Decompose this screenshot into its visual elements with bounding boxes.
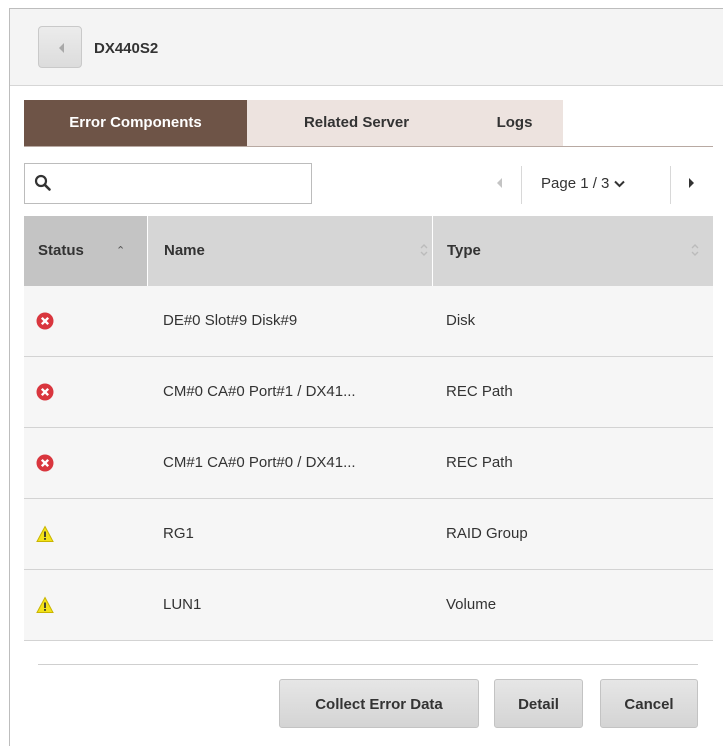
tab-logs[interactable]: Logs — [466, 100, 563, 146]
error-icon — [36, 383, 54, 401]
status-cell — [24, 428, 147, 498]
tab-bar: Error Components Related Server Logs — [24, 100, 713, 146]
page-label: Page 1 / 3 — [541, 175, 610, 192]
type-cell: Disk — [446, 312, 476, 329]
table-row[interactable]: RG1 RAID Group — [24, 499, 713, 570]
type-cell: RAID Group — [446, 525, 528, 542]
status-cell — [24, 570, 147, 640]
status-cell — [24, 357, 147, 427]
sort-icon — [420, 244, 428, 256]
search-icon — [34, 174, 51, 191]
column-header-status[interactable]: Status ⌃ — [24, 216, 147, 286]
type-cell: REC Path — [446, 383, 513, 400]
page-select[interactable]: Page 1 / 3 — [541, 175, 626, 192]
table-row[interactable]: DE#0 Slot#9 Disk#9 Disk — [24, 286, 713, 357]
name-cell: DE#0 Slot#9 Disk#9 — [163, 312, 298, 329]
name-cell: LUN1 — [163, 596, 202, 613]
dialog-header: DX440S2 — [10, 9, 723, 86]
collect-error-data-button[interactable]: Collect Error Data — [279, 679, 479, 728]
warning-icon — [36, 525, 54, 542]
chevron-down-icon — [614, 180, 626, 188]
table-row[interactable]: LUN1 Volume — [24, 570, 713, 641]
status-cell — [24, 499, 147, 569]
tab-related-server[interactable]: Related Server — [247, 100, 466, 146]
back-arrow-icon — [59, 43, 64, 53]
error-components-table: Status ⌃ Name Type DE#0 Slot#9 Disk#9 Di… — [24, 216, 713, 641]
next-page-icon[interactable] — [689, 178, 694, 188]
error-icon — [36, 454, 54, 472]
sort-ascending-icon: ⌃ — [116, 245, 126, 257]
tab-underline — [24, 146, 713, 147]
table-header: Status ⌃ Name Type — [24, 216, 713, 286]
table-row[interactable]: CM#1 CA#0 Port#0 / DX41... REC Path — [24, 428, 713, 499]
column-label-status: Status — [38, 242, 84, 259]
detail-button[interactable]: Detail — [494, 679, 583, 728]
status-cell — [24, 286, 147, 356]
type-cell: Volume — [446, 596, 497, 613]
warning-icon — [36, 596, 54, 613]
cancel-button[interactable]: Cancel — [600, 679, 698, 728]
prev-page-icon[interactable] — [497, 178, 502, 188]
column-label-name: Name — [164, 242, 205, 259]
pagination-divider — [670, 166, 671, 204]
column-header-name[interactable]: Name — [147, 216, 432, 286]
device-title: DX440S2 — [94, 40, 159, 57]
error-icon — [36, 312, 54, 330]
back-button[interactable] — [38, 26, 82, 68]
footer-divider — [38, 664, 698, 665]
column-header-type[interactable]: Type — [432, 216, 713, 286]
name-cell: CM#1 CA#0 Port#0 / DX41... — [163, 454, 356, 471]
sort-icon — [691, 244, 699, 256]
search-box[interactable] — [24, 163, 312, 204]
type-cell: REC Path — [446, 454, 513, 471]
column-label-type: Type — [447, 242, 481, 259]
name-cell: CM#0 CA#0 Port#1 / DX41... — [163, 383, 356, 400]
table-row[interactable]: CM#0 CA#0 Port#1 / DX41... REC Path — [24, 357, 713, 428]
search-input[interactable] — [61, 169, 305, 199]
tab-error-components[interactable]: Error Components — [24, 100, 247, 146]
name-cell: RG1 — [163, 525, 194, 542]
pagination-divider — [521, 166, 522, 204]
